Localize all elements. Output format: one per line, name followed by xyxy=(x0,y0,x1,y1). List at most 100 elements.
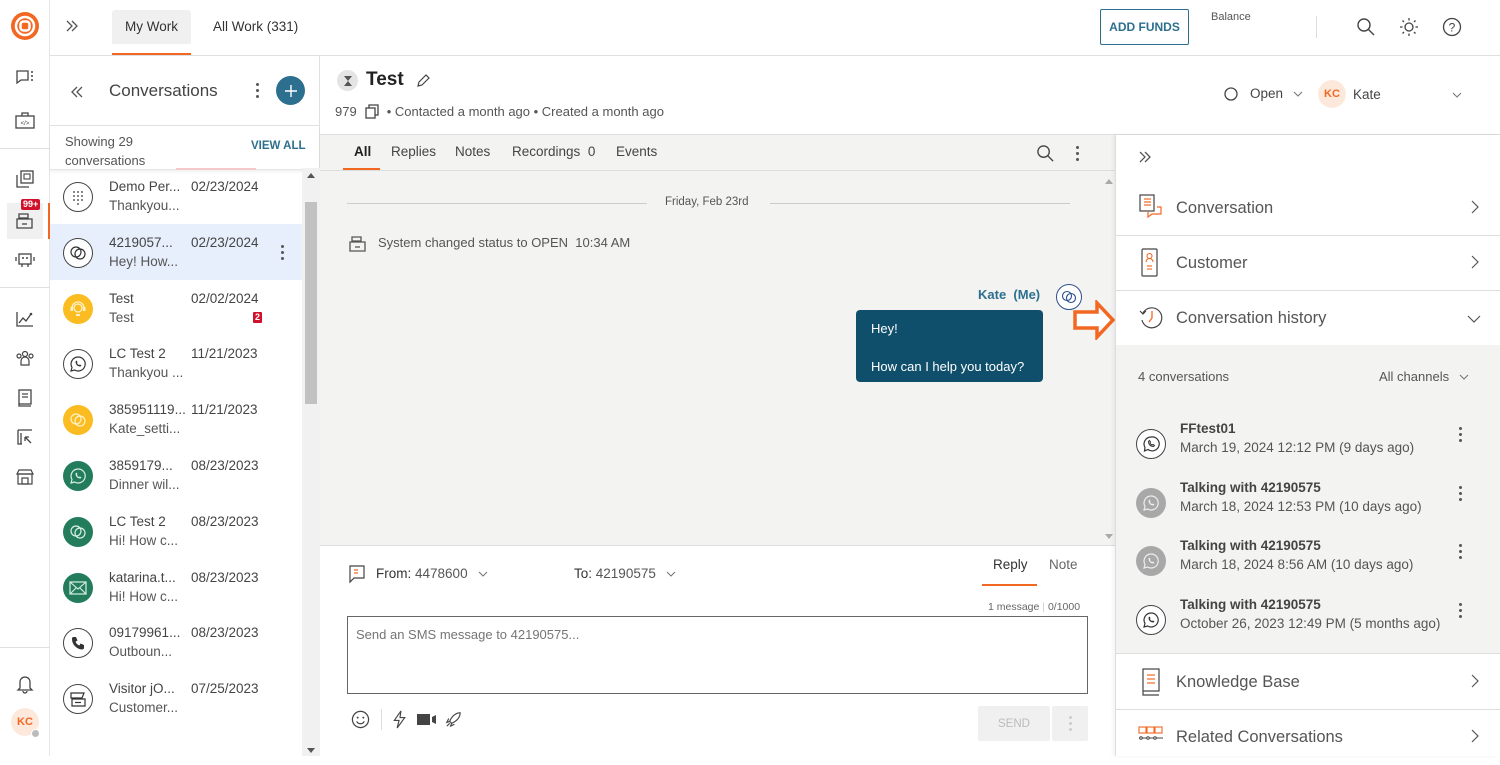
send-button[interactable]: SEND xyxy=(978,706,1050,741)
conversation-item[interactable]: Test 02/02/2024 Test 2 xyxy=(50,280,302,336)
help-button[interactable]: ? xyxy=(1442,17,1462,37)
section-customer[interactable]: Customer xyxy=(1116,236,1500,291)
tab-events[interactable]: Events xyxy=(616,144,657,159)
rail-inbox-copy[interactable] xyxy=(9,163,41,195)
channel-filter[interactable]: All channels xyxy=(1379,369,1469,384)
history-item[interactable]: Talking with 42190575 October 26, 2023 1… xyxy=(1116,597,1500,653)
conversation-id: 979 xyxy=(335,104,357,119)
rail-developer[interactable]: </> xyxy=(9,104,41,136)
conversation-date: 08/23/2023 xyxy=(191,625,259,641)
tab-all-work[interactable]: All Work (331) xyxy=(200,10,311,44)
edit-title-button[interactable] xyxy=(415,73,431,89)
conversation-date: 02/23/2024 xyxy=(191,234,259,250)
conversation-item[interactable]: Visitor jO... 07/25/2023 Customer... xyxy=(50,670,302,726)
history-subtitle: March 18, 2024 12:53 PM (10 days ago) xyxy=(1180,499,1422,514)
conversation-item[interactable]: 09179961... 08/23/2023 Outboun... xyxy=(50,614,302,670)
conversation-item[interactable]: 4219057... 02/23/2024 Hey! How... xyxy=(50,223,302,280)
from-value: 4478600 xyxy=(415,566,468,581)
rail-store[interactable] xyxy=(9,461,41,493)
channel-avatar xyxy=(63,461,93,491)
history-item[interactable]: Talking with 42190575 March 18, 2024 12:… xyxy=(1116,480,1500,536)
related-conversations-icon xyxy=(1138,722,1164,752)
history-options-button[interactable] xyxy=(1456,544,1464,559)
view-all-link[interactable]: VIEW ALL xyxy=(251,140,306,152)
conversation-preview: Kate_setti... xyxy=(109,421,181,437)
scroll-down-arrow[interactable] xyxy=(307,748,315,753)
add-funds-button[interactable]: ADD FUNDS xyxy=(1100,9,1189,45)
tab-recordings[interactable]: Recordings 0 xyxy=(512,144,595,159)
notifications-button[interactable] xyxy=(9,668,41,700)
list-scrollbar[interactable] xyxy=(302,168,320,756)
chevron-right-icon xyxy=(1471,729,1479,743)
quick-replies-button[interactable] xyxy=(392,710,408,729)
bell-icon xyxy=(16,676,34,694)
history-options-button[interactable] xyxy=(1456,427,1464,442)
conversation-item[interactable]: Demo Per... 02/23/2024 Thankyou... xyxy=(50,168,302,224)
from-selector[interactable]: From: 4478600 xyxy=(376,566,488,581)
collapse-context-button[interactable] xyxy=(1137,149,1153,165)
assignee-name[interactable]: Kate xyxy=(1353,87,1381,102)
assignee-dropdown[interactable] xyxy=(1452,92,1462,98)
rail-contacts[interactable] xyxy=(9,342,41,374)
section-conversation-history[interactable]: Conversation history xyxy=(1116,291,1500,346)
emoji-button[interactable] xyxy=(351,710,370,729)
conversation-name: 385951119... xyxy=(109,402,186,418)
scroll-thumb[interactable] xyxy=(305,202,317,404)
message-input[interactable] xyxy=(347,616,1088,694)
campaign-button[interactable] xyxy=(444,710,463,729)
conversation-date: 08/23/2023 xyxy=(191,458,259,473)
search-conversation-button[interactable] xyxy=(1036,144,1055,163)
status-dropdown[interactable]: Open xyxy=(1224,86,1303,101)
to-selector[interactable]: To: 42190575 xyxy=(574,566,676,581)
section-related-conversations[interactable]: Related Conversations xyxy=(1116,710,1500,765)
tab-note[interactable]: Note xyxy=(1049,557,1078,572)
conversation-item[interactable]: 385951119... 11/21/2023 Kate_setti... xyxy=(50,391,302,447)
history-item[interactable]: FFtest01 March 19, 2024 12:12 PM (9 days… xyxy=(1116,421,1500,477)
video-button[interactable] xyxy=(417,713,437,726)
history-options-button[interactable] xyxy=(1456,603,1464,618)
list-options-button[interactable] xyxy=(253,83,261,98)
tab-recordings-label: Recordings xyxy=(512,144,581,159)
conversation-item[interactable]: katarina.t... 08/23/2023 Hi! How c... xyxy=(50,559,302,615)
chevron-down-icon xyxy=(1459,374,1469,380)
conversation-item[interactable]: 3859179... 08/23/2023 Dinner wil... xyxy=(50,447,302,503)
collapse-list-button[interactable] xyxy=(69,84,85,100)
tab-reply[interactable]: Reply xyxy=(993,557,1028,572)
double-chevron-right-icon xyxy=(66,20,78,32)
scroll-down-arrow[interactable] xyxy=(1105,534,1113,539)
section-related-label: Related Conversations xyxy=(1176,728,1343,746)
history-title: Talking with 42190575 xyxy=(1180,538,1321,553)
kebab-icon xyxy=(1073,146,1081,161)
channel-avatar xyxy=(63,572,93,603)
conversation-options-button[interactable] xyxy=(1073,146,1081,161)
scroll-up-arrow[interactable] xyxy=(307,173,315,178)
history-options-button[interactable] xyxy=(1456,486,1464,501)
scroll-up-arrow[interactable] xyxy=(1105,179,1113,184)
global-search-button[interactable] xyxy=(1356,17,1376,37)
rail-inbox-active[interactable]: 99+ xyxy=(7,199,43,239)
rail-knowledge[interactable] xyxy=(9,382,41,414)
history-item[interactable]: Talking with 42190575 March 18, 2024 8:5… xyxy=(1116,538,1500,594)
item-options-button[interactable] xyxy=(278,244,286,260)
new-conversation-button[interactable] xyxy=(276,76,305,105)
rail-analytics[interactable] xyxy=(9,303,41,335)
section-knowledge-base[interactable]: Knowledge Base xyxy=(1116,655,1500,710)
conversation-item[interactable]: LC Test 2 11/21/2023 Thankyou ... xyxy=(50,335,302,391)
app-logo[interactable] xyxy=(9,10,41,42)
rail-campaigns[interactable] xyxy=(9,421,41,453)
rail-bots[interactable] xyxy=(9,243,41,275)
section-conversation[interactable]: Conversation xyxy=(1116,181,1500,236)
emoji-icon xyxy=(351,710,370,729)
rail-conversations[interactable] xyxy=(9,62,41,94)
tab-notes[interactable]: Notes xyxy=(455,144,490,159)
conversation-item[interactable]: LC Test 2 08/23/2023 Hi! How c... xyxy=(50,503,302,559)
timeline-scrollbar[interactable] xyxy=(1103,171,1115,545)
tab-my-work[interactable]: My Work xyxy=(112,10,191,55)
robot-icon xyxy=(15,253,35,267)
tab-replies[interactable]: Replies xyxy=(391,144,436,159)
tab-all[interactable]: All xyxy=(354,144,371,159)
search-icon xyxy=(1357,18,1375,36)
expand-nav-button[interactable] xyxy=(64,18,80,34)
theme-toggle-button[interactable] xyxy=(1399,17,1419,37)
send-options-button[interactable] xyxy=(1052,706,1088,741)
